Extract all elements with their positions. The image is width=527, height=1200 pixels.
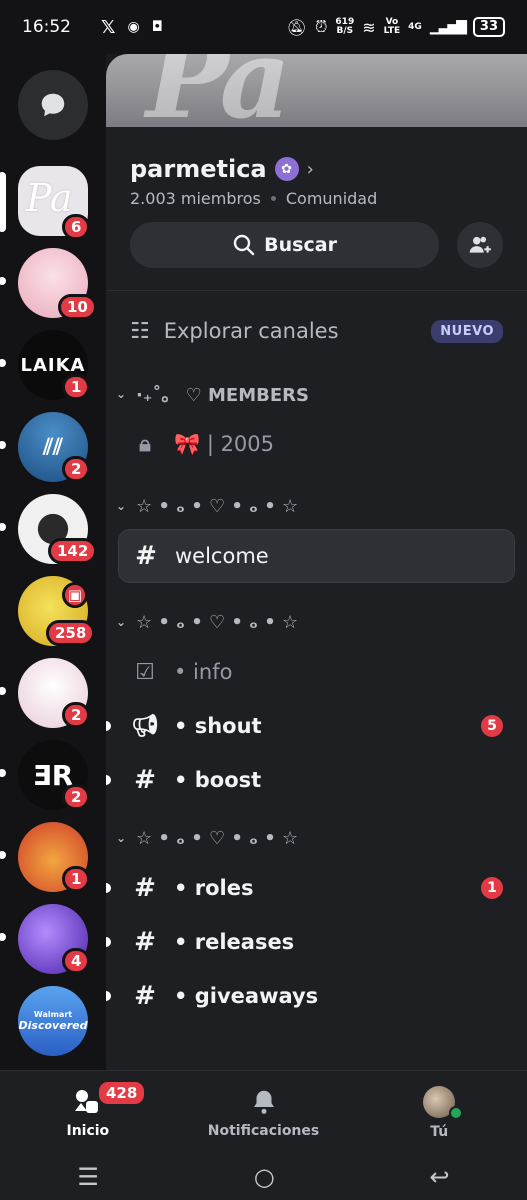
bell-icon [253,1090,274,1114]
mask-icon: ◘ [151,19,163,35]
tab-you[interactable]: Tú [351,1071,527,1154]
x-icon: 𝕏 [101,16,116,38]
home-badge: 428 [96,1079,148,1107]
channel-shout[interactable]: 📢︎ • shout 5 [106,699,527,753]
server-badge: 2 [62,702,91,728]
category-divider-3[interactable]: ⌄ ☆ • ₒ • ♡ • ₒ • ☆ [106,815,527,861]
clock: 16:52 [22,17,71,37]
unread-indicator [106,721,111,731]
explore-channels[interactable]: ☷ Explorar canales NUEVO [106,291,527,371]
separator-dot [270,196,276,201]
mention-badge: 1 [481,877,503,899]
unread-indicator [106,775,111,785]
network-type: 4G [408,21,422,32]
screen-share-icon: ▣ [62,582,88,608]
unread-indicator [0,851,6,859]
mention-badge: 5 [481,715,503,737]
unread-indicator [0,277,6,285]
chevron-down-icon: ⌄ [116,615,127,629]
channel-releases[interactable]: # • releases [106,915,527,969]
megaphone-icon: 📢︎ [131,713,159,739]
channel-boost[interactable]: # • boost [106,753,527,807]
locked-hashtag-icon: # [134,927,156,957]
category-divider-2[interactable]: ⌄ ☆ • ₒ • ♡ • ₒ • ☆ [106,599,527,645]
new-tag: NUEVO [431,319,503,343]
chat-bubble-icon [41,93,65,117]
add-user-icon [469,236,491,253]
signal-icon: ▁▃▅▇ [429,19,467,35]
server-badge: 2 [62,456,91,482]
discord-icon: ◉ [127,19,140,35]
online-status-icon [449,1105,464,1120]
server-header: parmetica ✿ › 2.003 miembros Comunidad B… [106,127,527,268]
back-icon[interactable]: ↩ [429,1163,449,1191]
server-badge: 142 [48,538,98,564]
channel-welcome[interactable]: # welcome [118,529,515,583]
channel-giveaways[interactable]: # • giveaways [106,969,527,1023]
category-divider-1[interactable]: ⌄ ☆ • ₒ • ♡ • ₒ • ☆ [106,483,527,529]
unread-indicator [0,441,6,449]
chevron-down-icon: ⌄ [116,387,127,401]
unread-indicator [0,769,6,777]
server-walmart-discovered[interactable]: Walmart Discovered [18,986,88,1056]
server-badge: 6 [62,214,91,240]
search-icon [233,234,255,256]
net-speed: 619 B/S [335,17,355,36]
system-nav-bar: ☰ ○ ↩ [0,1154,527,1200]
chevron-down-icon: ⌄ [116,499,127,513]
rules-checklist-icon: ☑ [135,659,155,685]
server-badge: 1 [62,374,91,400]
channel-roles[interactable]: # • roles 1 [106,861,527,915]
channel-panel: Pa parmetica ✿ › 2.003 miembros Comunida… [106,54,527,1070]
server-rail[interactable]: Pa 6 10 LAIKA 1 ⫽⫽ 2 142 ▣ 258 2 ƎR 2 1 … [0,54,106,1070]
category-members[interactable]: ⌄ ⋅₊˚。 ♡ MEMBERS [106,371,527,417]
list-search-icon: ☷ [130,318,150,344]
server-title[interactable]: parmetica ✿ › [130,155,503,183]
locked-hashtag-icon: # [134,981,156,1011]
tab-home[interactable]: Inicio 428 [0,1071,176,1154]
status-bar: 16:52 𝕏 ◉ ◘ 🔕︎ ⏰︎ 619 B/S ≋ Vo LTE 4G ▁▃▅▇… [0,0,527,54]
unread-indicator [0,933,6,941]
member-count: 2.003 miembros [130,189,261,208]
recents-icon[interactable]: ☰ [77,1163,99,1191]
hashtag-icon: # [135,541,157,571]
adidas-logo-icon: ⫽⫽ [43,434,63,460]
unread-indicator [0,359,6,367]
search-button[interactable]: Buscar [130,222,440,268]
alarm-icon: ⏰︎ [314,17,328,36]
unread-indicator [106,883,111,893]
volte-indicator: Vo LTE [383,17,401,36]
avatar [423,1085,464,1120]
channel-2005[interactable]: 🔒︎ 🎀 | 2005 [106,417,527,471]
unread-indicator [0,687,6,695]
tab-notifications[interactable]: Notificaciones [176,1071,352,1154]
unread-indicator [106,937,111,947]
lock-icon: 🔒︎ [139,431,151,457]
server-badge: 2 [62,784,91,810]
server-type: Comunidad [285,189,378,208]
selected-server-indicator [0,172,6,232]
unread-indicator [0,523,6,531]
direct-messages-button[interactable] [18,70,88,140]
wifi-icon: ≋ [362,17,376,37]
invite-members-button[interactable] [457,222,503,268]
battery-indicator: 33 [472,17,505,37]
bottom-tab-bar: Inicio 428 Notificaciones Tú [0,1070,527,1154]
server-badge: 4 [62,948,91,974]
server-banner[interactable]: Pa [106,54,527,127]
server-badge: 10 [58,294,97,320]
home-circle-icon[interactable]: ○ [254,1163,275,1191]
mute-icon: 🔕︎ [286,17,307,37]
server-badge: 1 [62,866,91,892]
server-meta: 2.003 miembros Comunidad [130,189,503,208]
unread-indicator [106,991,111,1001]
chevron-right-icon: › [306,158,314,180]
channel-info[interactable]: ☑ • info [106,645,527,699]
locked-hashtag-icon: # [134,765,156,795]
locked-hashtag-icon: # [134,873,156,903]
community-badge-icon: ✿ [274,157,299,181]
chevron-down-icon: ⌄ [116,831,127,845]
server-badge: 258 [46,620,96,646]
